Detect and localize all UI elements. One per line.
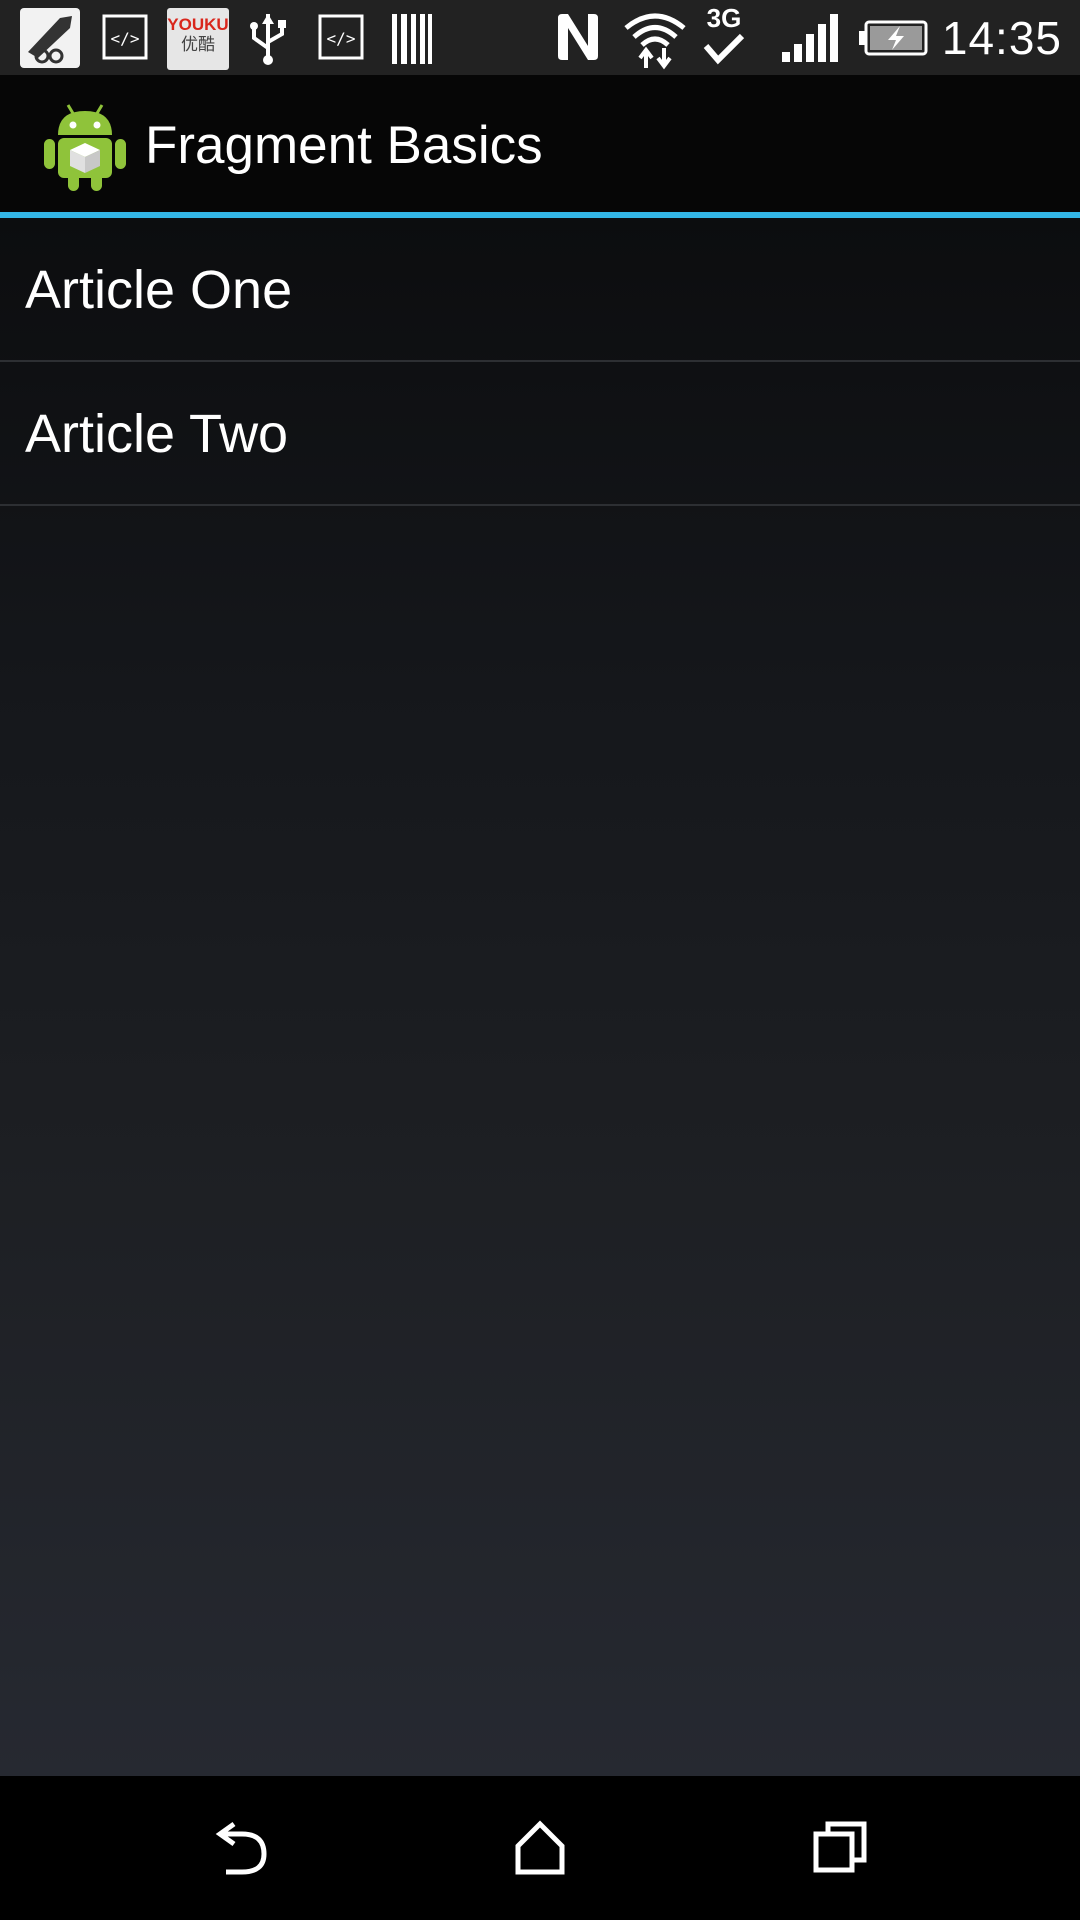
battery-charging-icon [859,20,928,56]
svg-text:</>: </> [327,29,356,48]
android-app-icon[interactable] [40,97,130,193]
home-button[interactable] [480,1796,600,1900]
youku-label-bottom: 优酷 [181,35,215,54]
wifi-icon [624,13,686,70]
list-item-article-one[interactable]: Article One [0,218,1080,362]
action-bar: Fragment Basics [0,75,1080,212]
article-list: Article One Article Two [0,218,1080,1776]
youku-icon: YOUKU 优酷 [167,8,229,70]
status-bar: </> YOUKU 优酷 </> 3G 14:35 [0,0,1080,75]
nfc-icon [558,14,598,60]
recent-apps-button[interactable] [780,1796,900,1900]
network-3g-label: 3G [706,3,742,33]
app-title: Fragment Basics [145,116,543,175]
svg-text:</>: </> [111,29,140,48]
back-button[interactable] [180,1796,300,1900]
navigation-bar [0,1776,1080,1920]
checkmark-icon [703,33,745,65]
signal-icon [782,14,838,62]
list-item-label: Article One [25,260,293,320]
usb-icon [250,14,286,65]
signature-app-icon [20,8,80,68]
youku-label-top: YOUKU [167,15,229,34]
recent-apps-icon [813,1821,867,1873]
screen: </> YOUKU 优酷 </> 3G 14:35 Fragment Basic… [0,0,1080,1920]
status-time: 14:35 [941,12,1062,64]
back-icon [215,1821,267,1875]
code-icon: </> [102,14,148,60]
list-item-article-two[interactable]: Article Two [0,362,1080,506]
network-3g-icon: 3G [700,4,748,68]
code-icon: </> [318,14,364,60]
list-item-label: Article Two [25,404,289,464]
home-icon [515,1820,565,1875]
barcode-icon [392,14,432,64]
